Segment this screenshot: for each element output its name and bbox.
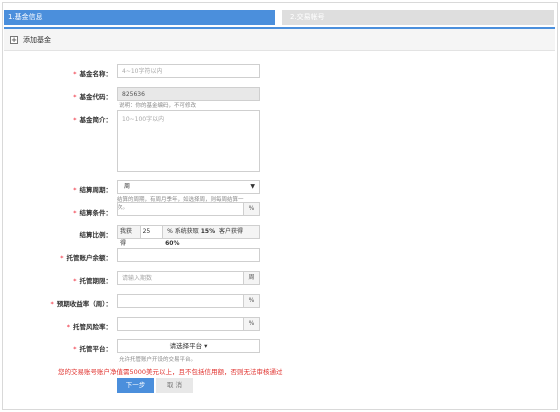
custody-period-input[interactable] [117,271,244,285]
custody-platform-select[interactable]: 请选择平台 ▾ [117,339,260,353]
settle-cycle-select[interactable]: 周 ▼ [117,180,260,194]
fund-name-label: * 基金名称： [73,70,112,78]
custody-period-label: * 托管期限： [73,277,112,285]
step-trading-account[interactable]: 2.交易帐号 [282,10,554,25]
fund-code-label: * 基金代码： [73,93,112,101]
settle-cycle-value: 周 [124,183,131,190]
expected-return-input[interactable] [117,294,244,308]
expected-return-percent: % [244,294,260,308]
custody-risk-percent: % [244,317,260,331]
settle-condition-label: * 结算条件： [73,209,112,217]
add-fund-label: 添加基金 [23,36,51,44]
custody-platform-label: * 托管平台： [73,345,112,353]
settle-condition-percent: % [244,202,260,216]
toolbar: + 添加基金 [4,29,555,51]
settle-cycle-label: * 结算周期： [73,186,112,194]
account-warning: 您的交易账号账户净值需5000美元以上，且不包括信用额，否则无法审核通过 [58,368,283,376]
fund-intro-textarea[interactable] [117,110,260,172]
custody-platform-hint: 允许托管账户开设的交易平台。 [119,357,197,363]
settle-ratio-suffix: % 系统获取 15% 客户获得60% [165,228,244,247]
expected-return-label: * 预期收益率（周）： [50,300,113,308]
fund-code-hint: 说明：你的基金编码，不可修改 [119,103,197,109]
plus-icon: + [10,36,18,44]
caret-down-icon: ▾ [204,342,208,350]
custody-risk-label: * 托管风险率： [66,323,112,331]
settle-ratio-prefix: 我获得 [120,228,133,247]
custody-balance-label: * 托管账户余额： [60,254,112,262]
custody-balance-input[interactable] [117,248,260,262]
next-button[interactable]: 下一步 [117,378,154,393]
settle-ratio-group: 我获得 25 % 系统获取 15% 客户获得60% [117,225,260,247]
settle-condition-input[interactable] [117,202,244,216]
custody-risk-input[interactable] [117,317,244,331]
fund-intro-label: * 基金简介： [73,116,112,124]
step-fund-info[interactable]: 1.基金信息 [4,10,275,25]
step-indicator: 1.基金信息 2.交易帐号 [4,4,554,26]
settle-ratio-input[interactable]: 25 [139,226,164,238]
custody-period-unit: 周 [244,271,260,285]
settle-ratio-label: 结算比例： [79,231,113,239]
fund-code-input[interactable] [117,87,260,101]
fund-name-input[interactable] [117,64,260,78]
cancel-button[interactable]: 取 消 [156,378,193,393]
custody-platform-value: 请选择平台 [169,342,203,350]
chevron-down-icon: ▼ [250,183,255,190]
add-fund-button[interactable]: + 添加基金 [10,35,51,45]
